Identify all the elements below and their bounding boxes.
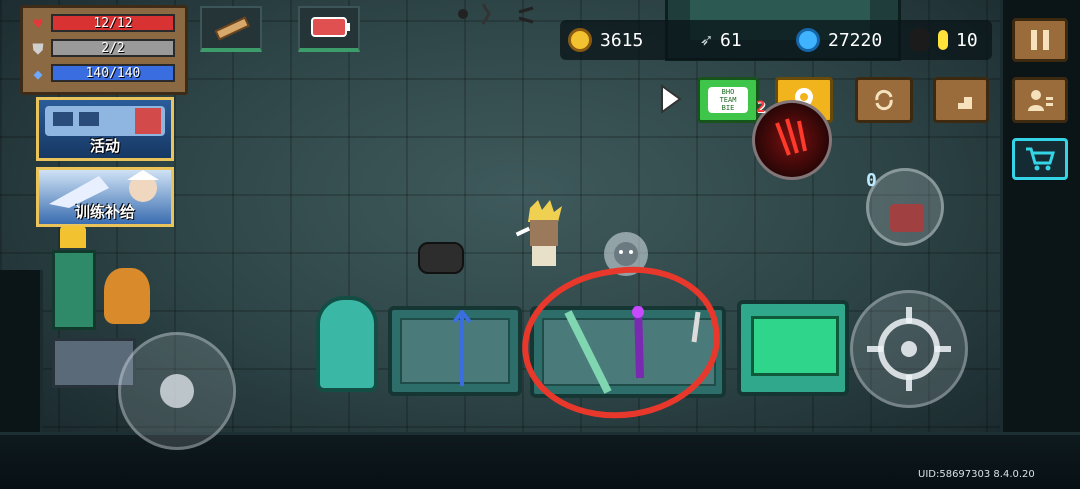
training-supply-banner[interactable]: 训练补给 [36, 167, 174, 227]
hero-sprite [515, 200, 562, 266]
stairs-button[interactable] [933, 77, 989, 123]
energy-text: 140/140 [85, 66, 141, 81]
event-banner[interactable]: 活动 [36, 97, 174, 161]
armor-text: 2/2 [101, 41, 125, 56]
claw-icon [775, 118, 807, 156]
refresh-icon [875, 89, 893, 111]
hp-row: ♥ 12/12 [29, 14, 177, 34]
attack-button[interactable] [850, 290, 968, 408]
fish-value: 61 [720, 29, 742, 51]
energy-bar: 140/140 [51, 64, 175, 82]
train-icon [45, 106, 165, 136]
shop-button[interactable] [1012, 138, 1068, 180]
chat-bubble-icon: BHO TEAM BIE [708, 87, 748, 113]
event-banner-label: 活动 [89, 137, 120, 155]
energy-row: ◆ 140/140 [29, 64, 177, 84]
fish-icon: ➶ [700, 28, 713, 52]
token-icon [938, 30, 948, 50]
movement-joystick-knob[interactable] [160, 374, 194, 408]
player-stats-panel: ♥ 12/12 ⛊ 2/2 ◆ 140/140 [20, 5, 188, 95]
refresh-button[interactable] [855, 77, 913, 123]
token-value: 10 [956, 29, 978, 51]
profile-button[interactable] [1012, 77, 1068, 123]
chest-sprite [890, 204, 924, 232]
terminal-case[interactable] [737, 300, 849, 396]
engineer-npc[interactable] [104, 268, 150, 324]
shopping-cart-icon [1026, 147, 1056, 171]
currency-bar: 3615 ➶ 61 27220 10 [560, 20, 992, 60]
gem-value: 27220 [828, 29, 883, 51]
portal-badge: 2 [756, 97, 766, 116]
gem-icon [796, 28, 820, 52]
weapon-slot-2[interactable] [298, 6, 360, 52]
hp-text: 12/12 [93, 16, 133, 31]
crosshair-icon [867, 307, 951, 391]
hero-knight [512, 200, 574, 272]
diamond-icon: ◆ [33, 65, 43, 83]
pause-icon [1031, 30, 1049, 50]
gem-counter: 27220 [796, 20, 882, 60]
coin-value: 3615 [600, 29, 644, 51]
hanging-chains-decor [458, 3, 534, 25]
training-supply-label: 训练补给 [74, 203, 135, 221]
right-wall [1000, 0, 1080, 486]
trident-weapon-icon [452, 310, 472, 386]
armor-row: ⛊ 2/2 [29, 39, 177, 59]
profile-card-icon [1028, 90, 1053, 111]
weapon-slot-1[interactable] [200, 6, 262, 52]
item-counter-badge: 0 [866, 170, 877, 191]
terminal-screen [751, 316, 839, 376]
cryo-tank [316, 296, 378, 392]
armor-bar: 2/2 [51, 39, 175, 57]
fish-counter: ➶ 61 [700, 20, 742, 60]
weapon-case-left[interactable] [388, 306, 522, 396]
coin-counter: 3615 [568, 20, 643, 60]
vending-pillar [52, 250, 96, 330]
coin-icon [568, 28, 592, 52]
token-slot-icon [910, 28, 930, 52]
battery-icon [311, 17, 350, 37]
token-counter: 10 [910, 20, 978, 60]
hp-bar: 12/12 [51, 14, 175, 32]
heart-icon: ♥ [33, 15, 43, 33]
message-button[interactable]: BHO TEAM BIE [697, 77, 759, 123]
uid-version-label: UID:58697303 8.4.0.20 [918, 469, 1035, 480]
stairs-icon [950, 97, 972, 109]
pause-button[interactable] [1012, 18, 1068, 62]
expand-arrow-icon[interactable] [660, 84, 682, 114]
shield-icon: ⛊ [32, 40, 44, 58]
plank-weapon-icon [214, 16, 250, 41]
pet-cat [418, 242, 464, 274]
lamp-top [60, 226, 86, 248]
